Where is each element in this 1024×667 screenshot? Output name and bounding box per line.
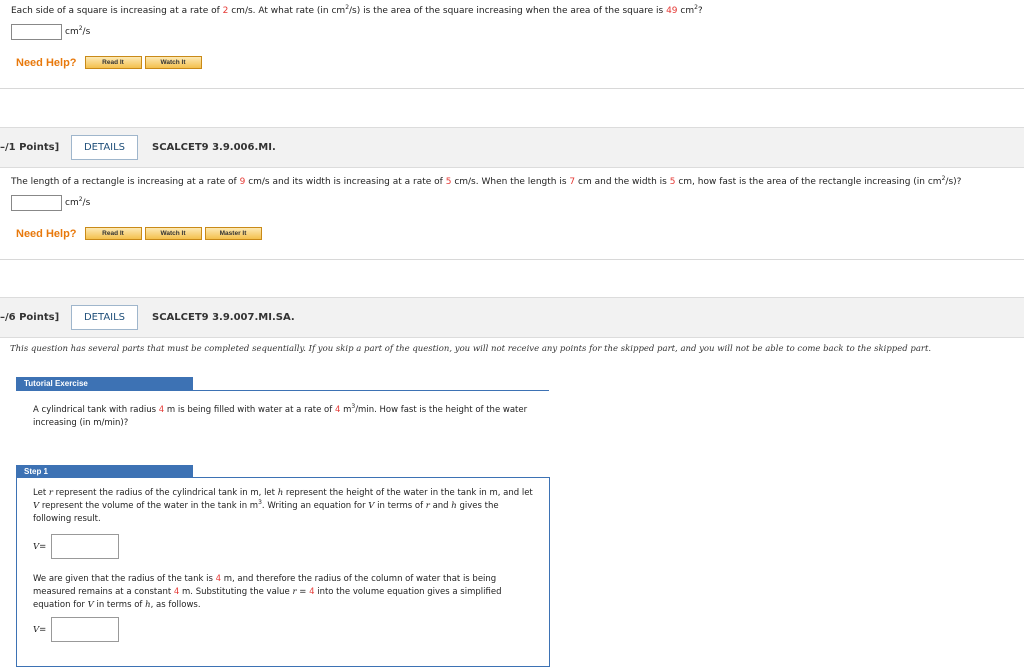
need-help-label: Need Help? (16, 56, 77, 69)
q1-prompt: Each side of a square is increasing at a… (11, 4, 703, 17)
simplified-volume-input[interactable] (51, 617, 120, 642)
q2-need-help: Need Help? Read It Watch It Master It (16, 227, 265, 240)
tutorial-prompt: A cylindrical tank with radius 4 m is be… (33, 403, 528, 429)
step-1-text-2: We are given that the radius of the tank… (33, 574, 502, 610)
q3-details-button[interactable]: DETAILS (71, 305, 138, 330)
q1-need-help: Need Help? Read It Watch It (16, 56, 205, 69)
q2-details-button[interactable]: DETAILS (71, 135, 138, 160)
q1-answer-input[interactable] (11, 24, 62, 40)
need-help-label: Need Help? (16, 227, 77, 240)
q2-answer-row: cm2/s (11, 195, 90, 211)
master-it-button[interactable]: Master It (204, 227, 262, 240)
q2-points: –/1 Points] (0, 142, 60, 153)
watch-it-button[interactable]: Watch It (144, 56, 202, 69)
volume-equation-input[interactable] (51, 534, 120, 559)
q3-points: –/6 Points] (0, 312, 60, 323)
divider (0, 259, 1024, 260)
read-it-button[interactable]: Read It (84, 56, 142, 69)
q3-problem-id: SCALCET9 3.9.007.MI.SA. (152, 312, 295, 323)
q2-answer-input[interactable] (11, 195, 62, 211)
q2-unit: cm2/s (65, 196, 91, 209)
q2-problem-id: SCALCET9 3.9.006.MI. (152, 142, 276, 153)
volume-equation-row-2: V = (33, 617, 120, 642)
step-1-text: Let r represent the radius of the cylind… (33, 488, 533, 524)
q1-unit: cm2/s (65, 25, 91, 38)
tutorial-exercise-header: Tutorial Exercise (16, 377, 193, 391)
q1-answer-row: cm2/s (11, 24, 90, 40)
volume-equation-row-1: V = (33, 534, 120, 559)
watch-it-button[interactable]: Watch It (144, 227, 202, 240)
divider (0, 88, 1024, 89)
tutorial-rule (16, 390, 549, 391)
sequential-note: This question has several parts that mus… (10, 344, 932, 354)
q2-prompt: The length of a rectangle is increasing … (11, 175, 962, 188)
read-it-button[interactable]: Read It (84, 227, 142, 240)
